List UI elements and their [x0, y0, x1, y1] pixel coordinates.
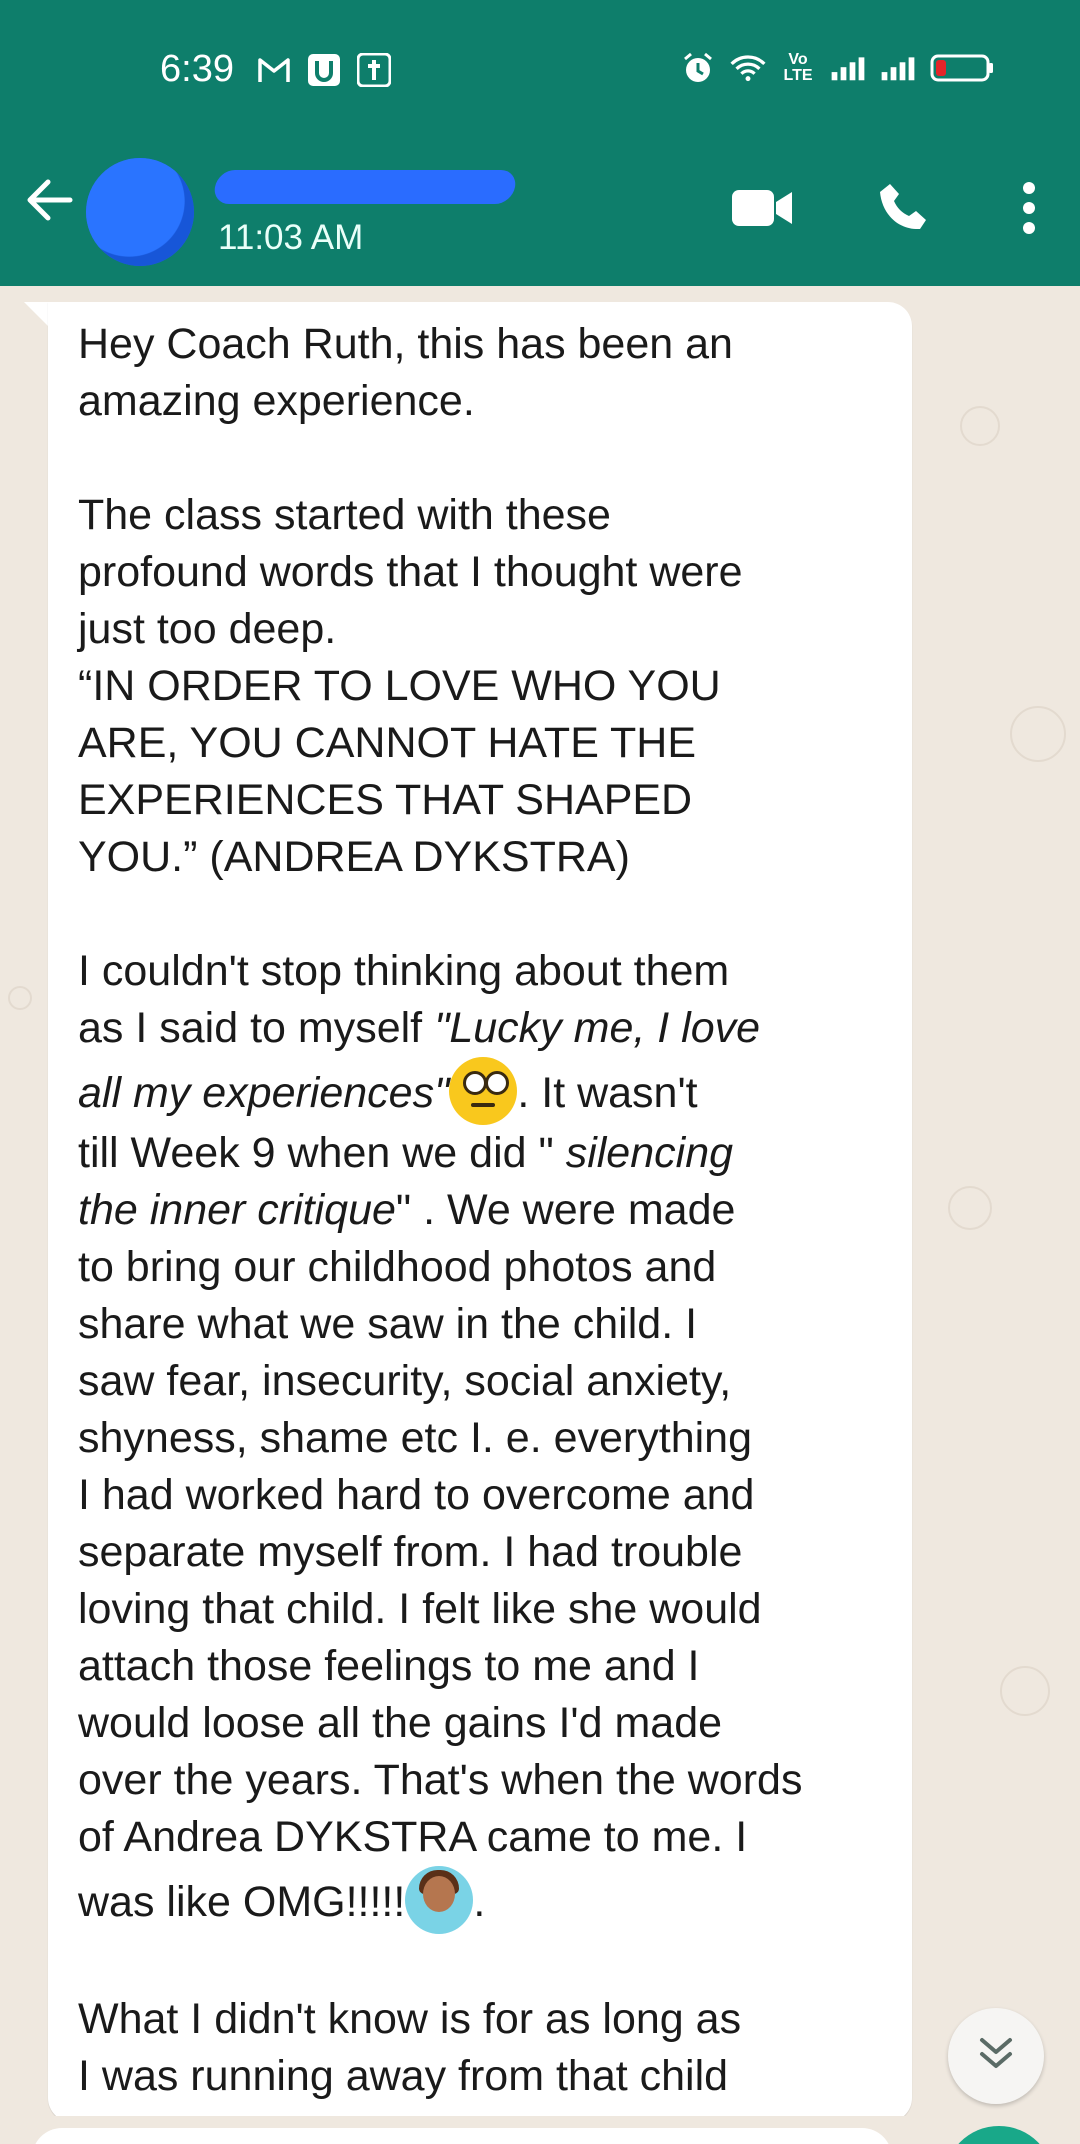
- battery-low-icon: [930, 50, 994, 86]
- wifi-icon: [730, 50, 766, 86]
- signal-2-icon: [880, 50, 916, 86]
- video-call-icon[interactable]: [730, 176, 794, 240]
- bubble-tail: [24, 302, 50, 328]
- chat-area[interactable]: Hey Coach Ruth, this has been an amazing…: [0, 286, 1080, 2116]
- wallpaper-doodle: [948, 1186, 992, 1230]
- double-chevron-down-icon: [974, 2032, 1018, 2081]
- wallpaper-doodle: [8, 986, 32, 1010]
- wallpaper-doodle: [1010, 706, 1066, 762]
- signal-1-icon: [830, 50, 866, 86]
- gmail-icon: [256, 52, 292, 88]
- system-icons: Vo LTE: [680, 50, 994, 86]
- contact-name-redacted[interactable]: [212, 152, 518, 210]
- last-seen: 11:03 AM: [218, 218, 364, 257]
- message-text: Hey Coach Ruth, this has been an amazing…: [78, 316, 898, 2105]
- eye-roll-emoji-icon: [449, 1057, 518, 1125]
- alarm-icon: [680, 50, 716, 86]
- wallpaper-doodle: [960, 406, 1000, 446]
- notification-icons: [256, 52, 392, 88]
- back-arrow-icon[interactable]: [22, 172, 78, 228]
- status-time: 6:39: [160, 48, 234, 90]
- message-paragraph-2: The class started with these profound wo…: [78, 491, 743, 881]
- voice-call-icon[interactable]: [872, 176, 936, 240]
- wallpaper-doodle: [1000, 1666, 1050, 1716]
- bible-app-icon: [356, 52, 392, 88]
- status-bar: 6:39 Vo LTE: [0, 0, 1080, 140]
- message-paragraph-3c: " . We were made to bring our childhood …: [78, 1186, 803, 1926]
- scroll-to-bottom-button[interactable]: [948, 2008, 1044, 2104]
- more-options-icon[interactable]: [1014, 176, 1044, 240]
- volte-icon: Vo LTE: [783, 51, 813, 84]
- incoming-message-bubble[interactable]: Hey Coach Ruth, this has been an amazing…: [48, 302, 912, 2116]
- message-paragraph-4: What I didn't know is for as long as I w…: [78, 1995, 742, 2100]
- header-actions: [730, 176, 1044, 240]
- contact-avatar[interactable]: [86, 158, 194, 266]
- woman-gesturing-ok-emoji-icon: [405, 1866, 474, 1934]
- u-app-icon: [306, 52, 342, 88]
- chat-header: 11:03 AM: [0, 140, 1080, 286]
- message-paragraph-3-end: .: [473, 1878, 486, 1926]
- message-input-bar[interactable]: [32, 2128, 892, 2144]
- message-paragraph-1: Hey Coach Ruth, this has been an amazing…: [78, 320, 733, 425]
